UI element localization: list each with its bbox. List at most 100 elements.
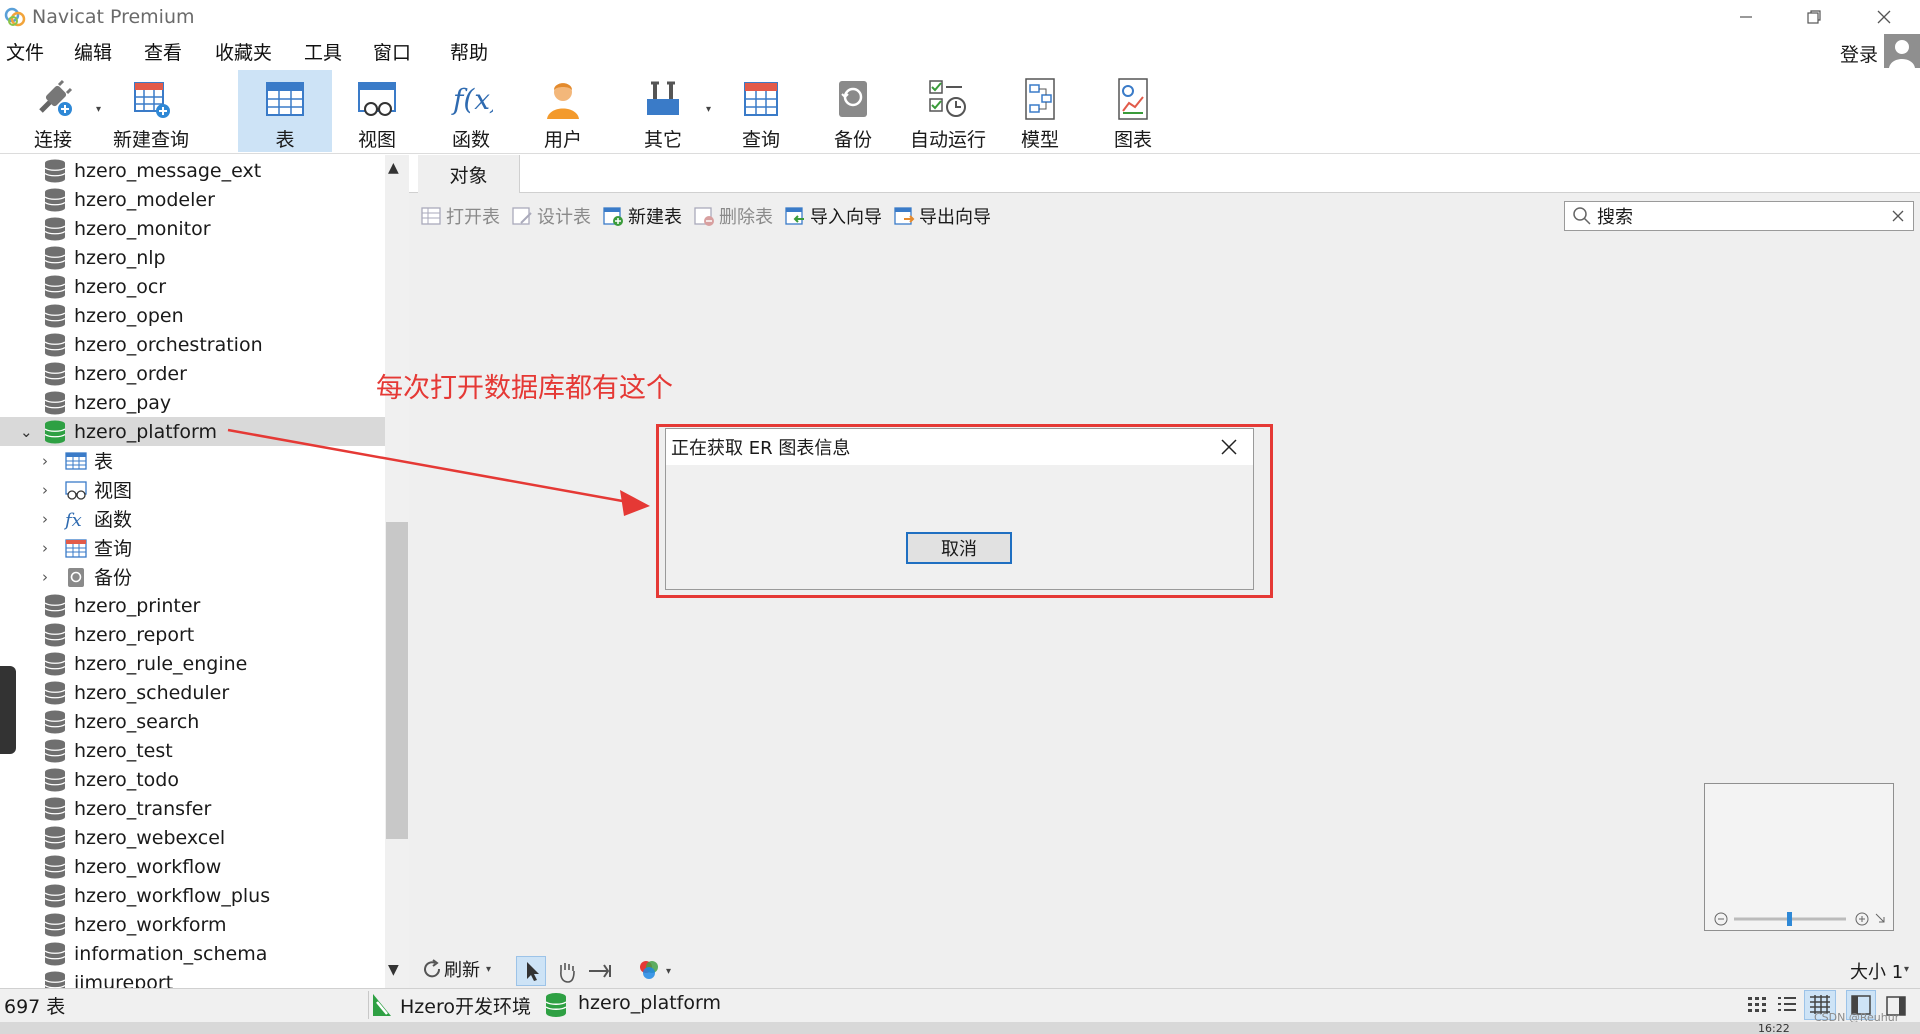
chevron-right-icon[interactable]: › bbox=[42, 510, 56, 528]
import-icon bbox=[785, 207, 804, 225]
color-dropdown-icon[interactable]: ▾ bbox=[666, 966, 671, 977]
menu-file[interactable]: 文件 bbox=[6, 38, 44, 65]
sidebar-scroll-thumb[interactable] bbox=[386, 522, 408, 839]
tree-item-database[interactable]: hzero_modeler bbox=[0, 185, 385, 214]
close-window-button[interactable] bbox=[1854, 0, 1914, 34]
scroll-up-icon[interactable]: ▲ bbox=[388, 160, 399, 176]
export-wizard-button[interactable]: 导出向导 bbox=[893, 202, 991, 230]
delete-table-button[interactable]: 删除表 bbox=[693, 202, 773, 230]
connect-dropdown-icon[interactable]: ▾ bbox=[96, 104, 101, 115]
search-icon bbox=[1573, 207, 1591, 225]
design-table-button[interactable]: 设计表 bbox=[511, 202, 591, 230]
tree-item-database[interactable]: hzero_workflow bbox=[0, 852, 385, 881]
tree-item-database[interactable]: hzero_ocr bbox=[0, 272, 385, 301]
new-query-button[interactable]: 新建查询 bbox=[112, 70, 190, 152]
menu-favorites[interactable]: 收藏夹 bbox=[215, 38, 272, 65]
database-icon bbox=[44, 826, 66, 849]
menu-tools[interactable]: 工具 bbox=[304, 38, 342, 65]
restore-button[interactable] bbox=[1784, 0, 1844, 34]
list-view-icon[interactable] bbox=[1776, 994, 1798, 1016]
tree-item-database[interactable]: hzero_rule_engine bbox=[0, 649, 385, 678]
chart-button[interactable]: 图表 bbox=[1100, 70, 1166, 152]
database-icon bbox=[44, 362, 66, 385]
tree-item-database[interactable]: hzero_workflow_plus bbox=[0, 881, 385, 910]
clear-search-icon[interactable] bbox=[1891, 209, 1905, 223]
tree-item-database[interactable]: information_schema bbox=[0, 939, 385, 968]
tree-item-database[interactable]: hzero_scheduler bbox=[0, 678, 385, 707]
chevron-right-icon[interactable]: › bbox=[42, 539, 56, 557]
new-table-button[interactable]: 新建表 bbox=[602, 202, 682, 230]
tree-item-label: hzero_monitor bbox=[74, 217, 211, 240]
tree-item-database[interactable]: hzero_transfer bbox=[0, 794, 385, 823]
tree-item-database[interactable]: hzero_todo bbox=[0, 765, 385, 794]
tree-item-database[interactable]: jimureport bbox=[0, 968, 385, 988]
pointer-tool-button[interactable] bbox=[516, 956, 546, 986]
import-wizard-button[interactable]: 导入向导 bbox=[784, 202, 882, 230]
chevron-right-icon[interactable]: › bbox=[42, 481, 56, 499]
tree-item-database[interactable]: hzero_pay bbox=[0, 388, 385, 417]
tree-item-label: hzero_printer bbox=[74, 594, 201, 617]
chevron-right-icon[interactable]: › bbox=[42, 568, 56, 586]
tree-item-database[interactable]: hzero_order bbox=[0, 359, 385, 388]
tree-item-label: hzero_workform bbox=[74, 913, 227, 936]
tree-item-database[interactable]: hzero_orchestration bbox=[0, 330, 385, 359]
tree-item-database[interactable]: hzero_message_ext bbox=[0, 156, 385, 185]
user-button[interactable]: 用户 bbox=[530, 70, 596, 152]
menu-help[interactable]: 帮助 bbox=[450, 38, 488, 65]
function-icon: f(x) bbox=[451, 83, 493, 116]
menu-window[interactable]: 窗口 bbox=[373, 38, 411, 65]
database-icon bbox=[44, 304, 66, 327]
size-dropdown-icon[interactable]: ▾ bbox=[1904, 964, 1909, 975]
tree-item-database[interactable]: hzero_search bbox=[0, 707, 385, 736]
backup-button[interactable]: 备份 bbox=[820, 70, 886, 152]
tree-item-database[interactable]: hzero_open bbox=[0, 301, 385, 330]
minimize-button[interactable] bbox=[1716, 0, 1776, 34]
connect-button[interactable]: 连接 bbox=[20, 70, 86, 152]
tree-item-database[interactable]: hzero_report bbox=[0, 620, 385, 649]
open-table-button[interactable]: 打开表 bbox=[420, 202, 500, 230]
zoom-slider[interactable] bbox=[1712, 908, 1888, 928]
other-dropdown-icon[interactable]: ▾ bbox=[706, 104, 711, 115]
tree-item-database[interactable]: hzero_printer bbox=[0, 591, 385, 620]
table-button[interactable]: 表 bbox=[238, 70, 332, 152]
toolbar-label: 查询 bbox=[741, 129, 780, 151]
tab-objects[interactable]: 对象 bbox=[418, 155, 520, 193]
chevron-down-icon[interactable]: ⌄ bbox=[20, 423, 33, 441]
menu-view[interactable]: 查看 bbox=[144, 38, 182, 65]
avatar[interactable] bbox=[1884, 34, 1920, 70]
tree-item-label: hzero_workflow bbox=[74, 855, 222, 878]
function-button[interactable]: f(x) 函数 bbox=[438, 70, 504, 152]
refresh-dropdown-icon[interactable]: ▾ bbox=[486, 964, 491, 975]
color-picker-icon[interactable] bbox=[636, 957, 662, 983]
tree-item-backup-group[interactable]: › 备份 bbox=[0, 562, 385, 591]
hand-icon[interactable] bbox=[552, 957, 580, 985]
tree-item-database[interactable]: hzero_nlp bbox=[0, 243, 385, 272]
chevron-right-icon[interactable]: › bbox=[42, 452, 56, 470]
status-bar bbox=[0, 988, 1920, 1022]
size-label: 大小 1 bbox=[1850, 962, 1904, 983]
other-button[interactable]: 其它 bbox=[630, 70, 696, 152]
side-panel-handle[interactable] bbox=[0, 666, 16, 754]
tree-item-database[interactable]: hzero_webexcel bbox=[0, 823, 385, 852]
view-button[interactable]: 视图 bbox=[344, 70, 410, 152]
grid-view-icon[interactable] bbox=[1746, 994, 1768, 1016]
model-button[interactable]: 模型 bbox=[1007, 70, 1073, 152]
view-icon bbox=[65, 480, 87, 500]
tree-item-query-group[interactable]: › 查询 bbox=[0, 533, 385, 562]
toolbar-label: 连接 bbox=[33, 129, 72, 151]
menu-edit[interactable]: 编辑 bbox=[74, 38, 112, 65]
open-table-icon bbox=[421, 207, 441, 225]
tree-item-database[interactable]: hzero_monitor bbox=[0, 214, 385, 243]
title-bar bbox=[0, 0, 1920, 34]
refresh-button[interactable]: 刷新 ▾ bbox=[420, 956, 491, 982]
relation-tool-icon[interactable] bbox=[586, 957, 616, 985]
login-link[interactable]: 登录 bbox=[1840, 40, 1878, 67]
search-input[interactable]: 搜索 bbox=[1564, 201, 1914, 231]
tree-item-database[interactable]: hzero_test bbox=[0, 736, 385, 765]
query-button[interactable]: 查询 bbox=[728, 70, 794, 152]
scroll-down-icon[interactable]: ▼ bbox=[388, 962, 399, 978]
model-icon bbox=[1025, 77, 1055, 120]
tree-item-database[interactable]: hzero_workform bbox=[0, 910, 385, 939]
database-icon bbox=[44, 652, 66, 675]
auto-run-button[interactable]: 自动运行 bbox=[904, 70, 992, 152]
